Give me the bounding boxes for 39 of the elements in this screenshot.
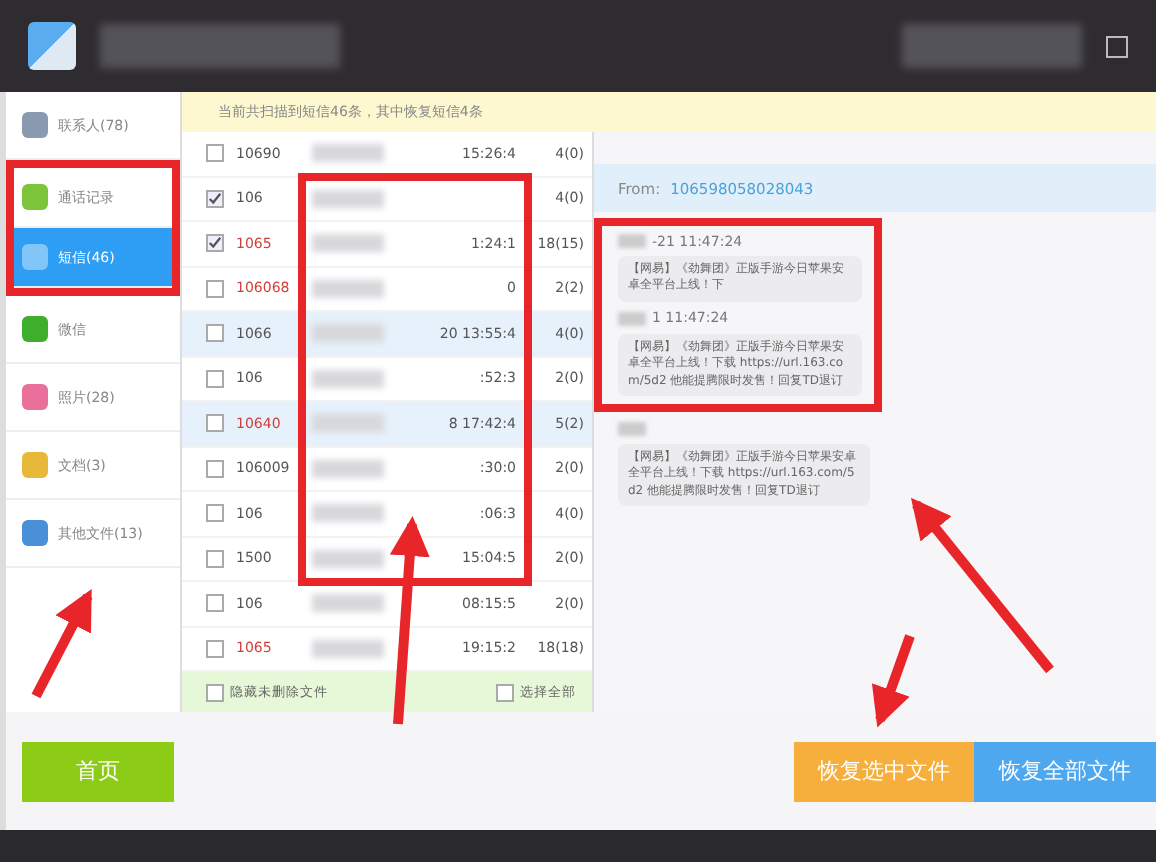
blurred-region <box>312 234 384 253</box>
checkbox[interactable] <box>206 189 224 208</box>
blurred-region <box>312 144 384 163</box>
checkbox[interactable] <box>206 683 224 701</box>
blurred-region <box>312 279 384 298</box>
category-icon <box>22 184 48 210</box>
checkbox[interactable] <box>206 639 224 658</box>
blurred-region <box>312 369 384 388</box>
blurred-region <box>312 504 384 523</box>
blurred-region <box>312 549 384 568</box>
checkbox[interactable] <box>496 683 514 701</box>
blurred-region <box>312 594 384 613</box>
blurred-region <box>312 414 384 433</box>
category-icon <box>22 520 48 546</box>
blurred-region <box>312 189 384 208</box>
category-icon <box>22 384 48 410</box>
checkbox[interactable] <box>206 279 224 298</box>
checkbox[interactable] <box>206 369 224 388</box>
blurred-region <box>312 324 384 343</box>
checkbox[interactable] <box>206 234 224 253</box>
checkbox[interactable] <box>206 414 224 433</box>
category-icon <box>22 112 48 138</box>
annotation-arrow <box>31 588 93 699</box>
maximize-button[interactable] <box>1106 35 1128 57</box>
checkbox[interactable] <box>206 504 224 523</box>
checkbox[interactable] <box>206 549 224 568</box>
checkbox[interactable] <box>206 144 224 163</box>
blurred-region <box>618 234 646 248</box>
chat-bubble-icon <box>22 244 48 270</box>
blurred-region <box>312 639 384 658</box>
checkbox[interactable] <box>206 324 224 343</box>
checkbox[interactable] <box>206 594 224 613</box>
blurred-region <box>618 421 646 436</box>
blurred-region <box>312 459 384 478</box>
checkbox[interactable] <box>206 459 224 478</box>
app-logo-icon <box>28 22 76 70</box>
category-icon <box>22 316 48 342</box>
category-icon <box>22 452 48 478</box>
blurred-region <box>618 311 646 326</box>
